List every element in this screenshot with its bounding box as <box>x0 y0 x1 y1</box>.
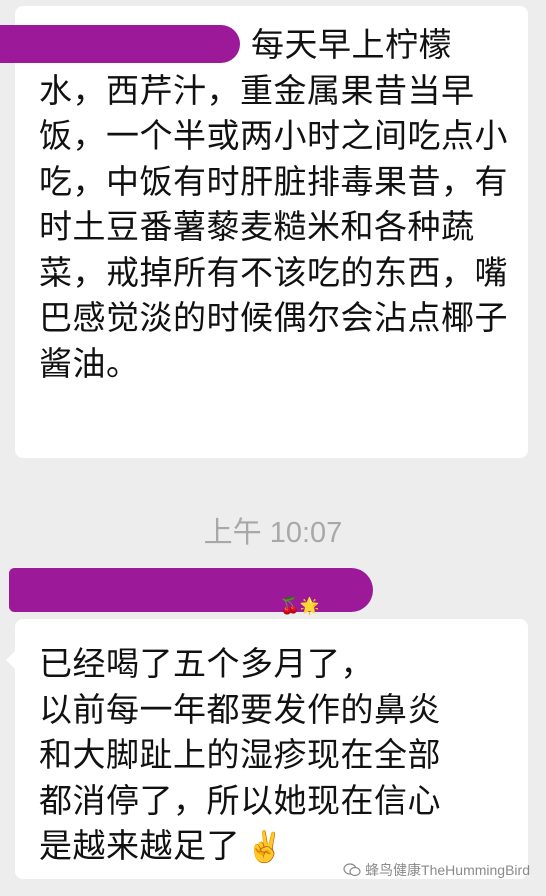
message-line-text: 是越来越足了 <box>39 826 240 865</box>
watermark: 蜂鸟健康TheHummingBird <box>343 860 530 880</box>
sender-emoji-icon: 🍒🌟 <box>280 596 320 615</box>
message-line: 都消停了，所以她现在信心 <box>39 780 441 820</box>
victory-hand-icon: ✌️ <box>246 829 284 865</box>
message-line: 和大脚趾上的湿疹现在全部 <box>39 735 441 774</box>
message-line: 已经喝了五个多月了， <box>39 644 374 683</box>
wechat-icon <box>343 863 361 877</box>
message-text-1: 每天早上柠檬水，西芹汁，重金属果昔当早饭，一个半或两小时之间吃点小吃，中饭有时肝… <box>39 25 508 383</box>
message-timestamp: 上午 10:07 <box>203 517 343 549</box>
message-text-2: 已经喝了五个多月了， 以前每一年都要发作的鼻炎 和大脚趾上的湿疹现在全部 都消停… <box>39 641 519 870</box>
watermark-text: 蜂鸟健康TheHummingBird <box>365 862 530 878</box>
message-line: 以前每一年都要发作的鼻炎 <box>39 689 441 729</box>
